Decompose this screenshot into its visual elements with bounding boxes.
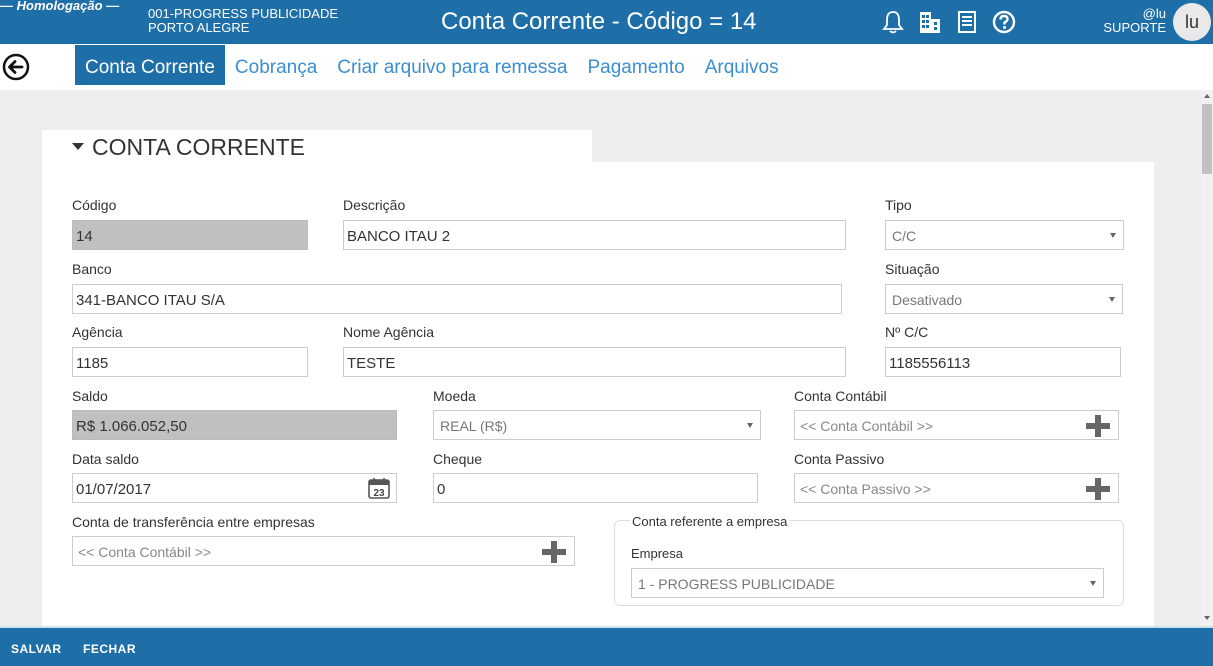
num-cc-field[interactable]: 1185556113 bbox=[885, 347, 1121, 377]
scroll-down-icon[interactable] bbox=[1204, 616, 1210, 620]
tipo-select[interactable]: C/C bbox=[885, 220, 1124, 250]
tab-cobranca[interactable]: Cobrança bbox=[225, 45, 327, 85]
conta-transferencia-field[interactable]: << Conta Contábil >> bbox=[72, 536, 575, 566]
data-saldo-field[interactable]: 01/07/2017 23 bbox=[72, 473, 397, 503]
caret-down-icon bbox=[72, 143, 84, 151]
calendar-icon[interactable]: 23 bbox=[367, 476, 391, 500]
top-bar: — Homologação — 001-PROGRESS PUBLICIDADE… bbox=[0, 0, 1213, 44]
situacao-label: Situação bbox=[885, 261, 940, 277]
moeda-label: Moeda bbox=[433, 388, 476, 404]
banco-field[interactable]: 341-BANCO ITAU S/A bbox=[72, 284, 842, 314]
conta-contabil-label: Conta Contábil bbox=[794, 388, 887, 404]
empresa-group-title: Conta referente a empresa bbox=[630, 514, 790, 529]
data-saldo-value: 01/07/2017 bbox=[76, 481, 152, 498]
saldo-label: Saldo bbox=[72, 388, 108, 404]
nome-agencia-label: Nome Agência bbox=[343, 324, 435, 340]
descricao-field[interactable]: BANCO ITAU 2 bbox=[343, 220, 846, 250]
conta-passivo-label: Conta Passivo bbox=[794, 451, 885, 467]
situacao-select[interactable]: Desativado bbox=[885, 284, 1123, 314]
tab-conta-corrente[interactable]: Conta Corrente bbox=[75, 45, 225, 85]
num-cc-label: Nº C/C bbox=[885, 324, 929, 340]
conta-passivo-placeholder: << Conta Passivo >> bbox=[800, 481, 931, 497]
data-saldo-label: Data saldo bbox=[72, 451, 139, 467]
company-info: 001-PROGRESS PUBLICIDADE PORTO ALEGRE bbox=[148, 7, 338, 35]
top-icons bbox=[880, 9, 1017, 35]
company-name: 001-PROGRESS PUBLICIDADE bbox=[148, 6, 339, 21]
company-city: PORTO ALEGRE bbox=[148, 20, 250, 35]
svg-text:23: 23 bbox=[373, 488, 385, 499]
add-conta-passivo-icon[interactable] bbox=[1086, 478, 1110, 502]
tab-criar-arquivo-remessa[interactable]: Criar arquivo para remessa bbox=[327, 45, 577, 85]
section-title: CONTA CORRENTE bbox=[92, 134, 305, 160]
avatar[interactable]: lu bbox=[1173, 3, 1211, 41]
environment-label: — Homologação — bbox=[0, 0, 120, 13]
footer-bar: SALVAR FECHAR bbox=[0, 626, 1213, 666]
user-handle: @lu bbox=[1142, 6, 1166, 21]
moeda-select[interactable]: REAL (R$) bbox=[433, 410, 761, 440]
document-icon[interactable] bbox=[954, 9, 980, 35]
empresa-label: Empresa bbox=[631, 546, 684, 561]
scroll-thumb[interactable] bbox=[1202, 104, 1212, 174]
conta-contabil-field[interactable]: << Conta Contábil >> bbox=[794, 410, 1119, 440]
banco-label: Banco bbox=[72, 261, 112, 277]
nome-agencia-field[interactable]: TESTE bbox=[343, 347, 846, 377]
scroll-up-icon[interactable] bbox=[1204, 94, 1210, 98]
building-icon[interactable] bbox=[917, 9, 943, 35]
empresa-select[interactable]: 1 - PROGRESS PUBLICIDADE bbox=[631, 568, 1104, 598]
add-conta-contabil-icon[interactable] bbox=[1086, 415, 1110, 439]
saldo-field: R$ 1.066.052,50 bbox=[72, 410, 397, 440]
user-role: SUPORTE bbox=[1103, 20, 1166, 35]
tab-pagamento[interactable]: Pagamento bbox=[578, 45, 695, 85]
help-icon[interactable] bbox=[991, 9, 1017, 35]
section-header[interactable]: CONTA CORRENTE bbox=[42, 130, 592, 166]
tab-arquivos[interactable]: Arquivos bbox=[695, 45, 789, 85]
content-area: CONTA CORRENTE Código 14 Descrição BANCO… bbox=[0, 90, 1201, 626]
agencia-field[interactable]: 1185 bbox=[72, 347, 308, 377]
conta-contabil-placeholder: << Conta Contábil >> bbox=[800, 418, 934, 434]
codigo-field: 14 bbox=[72, 220, 308, 250]
agencia-label: Agência bbox=[72, 324, 123, 340]
tabs: Conta Corrente Cobrança Criar arquivo pa… bbox=[75, 45, 789, 85]
bell-icon[interactable] bbox=[880, 9, 906, 35]
tab-bar: Conta Corrente Cobrança Criar arquivo pa… bbox=[0, 44, 1213, 90]
page-title: Conta Corrente - Código = 14 bbox=[441, 8, 757, 35]
tipo-label: Tipo bbox=[885, 197, 912, 213]
codigo-label: Código bbox=[72, 197, 117, 213]
descricao-label: Descrição bbox=[343, 197, 406, 213]
back-arrow-icon[interactable] bbox=[2, 53, 30, 81]
conta-passivo-field[interactable]: << Conta Passivo >> bbox=[794, 473, 1119, 503]
conta-transferencia-placeholder: << Conta Contábil >> bbox=[78, 544, 212, 560]
close-button[interactable]: FECHAR bbox=[83, 642, 136, 656]
save-button[interactable]: SALVAR bbox=[11, 642, 62, 656]
user-info: @lu SUPORTE bbox=[1103, 7, 1166, 35]
scrollbar[interactable] bbox=[1201, 90, 1213, 626]
cheque-field[interactable]: 0 bbox=[433, 473, 758, 503]
add-conta-transferencia-icon[interactable] bbox=[542, 541, 566, 565]
cheque-label: Cheque bbox=[433, 451, 483, 467]
conta-transferencia-label: Conta de transferência entre empresas bbox=[72, 514, 315, 530]
